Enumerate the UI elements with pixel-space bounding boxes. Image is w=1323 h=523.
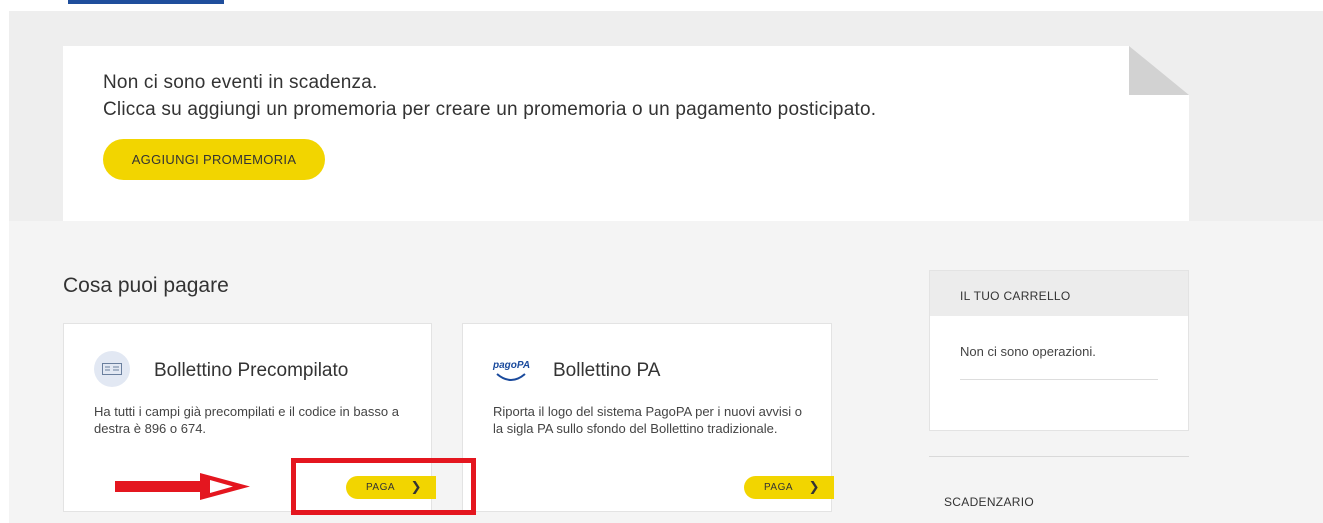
- bollettino-icon: [94, 351, 130, 387]
- sidebar-divider: [929, 456, 1189, 457]
- pay-button[interactable]: PAGA ❯: [744, 476, 834, 499]
- card-description: Riporta il logo del sistema PagoPA per i…: [493, 404, 803, 436]
- cart-panel: IL TUO CARRELLO Non ci sono operazioni.: [929, 270, 1189, 431]
- bollettino-pa-card[interactable]: pagoPA Bollettino PA Riporta il logo del…: [462, 323, 834, 512]
- highlight-box: [291, 458, 476, 515]
- arrow-right-icon: [115, 473, 250, 500]
- cart-title: IL TUO CARRELLO: [930, 271, 1188, 316]
- svg-text:pagoPA: pagoPA: [492, 360, 530, 371]
- active-tab-indicator: [68, 0, 224, 4]
- chevron-right-icon: ❯: [808, 479, 820, 494]
- pay-button-label: PAGA: [764, 482, 794, 493]
- cart-empty-message: Non ci sono operazioni.: [960, 344, 1096, 359]
- card-title: Bollettino Precompilato: [154, 360, 349, 381]
- scadenzario-title[interactable]: SCADENZARIO: [944, 495, 1034, 509]
- section-title: Cosa puoi pagare: [63, 274, 229, 297]
- add-reminder-button[interactable]: AGGIUNGI PROMEMORIA: [103, 139, 325, 180]
- pagopa-logo: pagoPA: [491, 354, 531, 388]
- card-description: Ha tutti i campi già precompilati e il c…: [94, 404, 399, 436]
- no-events-message: Non ci sono eventi in scadenza.: [103, 72, 378, 93]
- page-fold-decoration: [1129, 46, 1189, 95]
- reminders-panel: Non ci sono eventi in scadenza. Clicca s…: [63, 46, 1189, 221]
- card-title: Bollettino PA: [553, 360, 661, 381]
- cart-divider: [960, 379, 1158, 380]
- add-reminder-hint: Clicca su aggiungi un promemoria per cre…: [103, 99, 877, 120]
